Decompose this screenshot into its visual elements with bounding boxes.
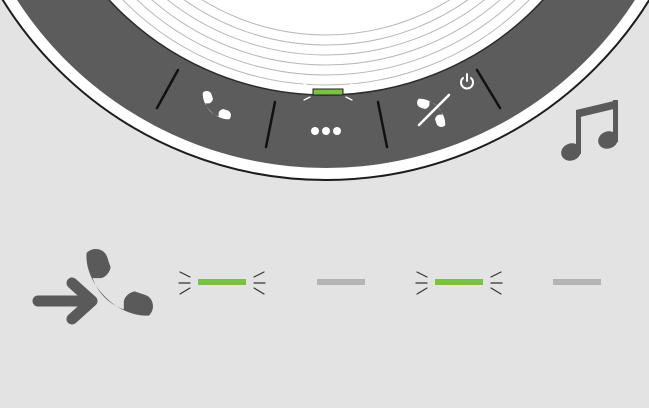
led-bar [553,279,601,285]
speakerphone-illustration [0,0,649,408]
status-led [312,88,344,96]
led-bar [435,279,483,285]
led-bar [317,279,365,285]
led-indicator-off [317,279,365,285]
three-dots-icon [311,127,341,135]
led-indicator-off [553,279,601,285]
led-bar [198,279,246,285]
